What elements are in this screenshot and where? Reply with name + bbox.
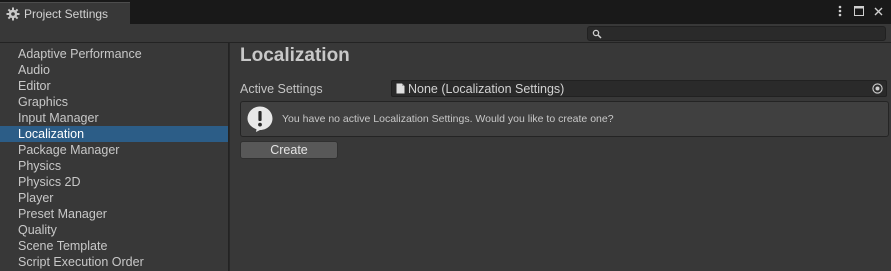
search-input[interactable] [587,26,886,41]
document-icon [396,83,405,94]
sidebar-item-player[interactable]: Player [0,190,228,206]
sidebar-item-input-manager[interactable]: Input Manager [0,110,228,126]
sidebar-item-package-manager[interactable]: Package Manager [0,142,228,158]
project-settings-tab[interactable]: Project Settings [0,2,130,24]
sidebar-item-physics[interactable]: Physics [0,158,228,174]
sidebar-item-scene-template[interactable]: Scene Template [0,238,228,254]
page-title: Localization [240,45,350,66]
sidebar-item-editor[interactable]: Editor [0,78,228,94]
close-icon[interactable] [873,5,883,17]
search-toolbar [0,24,891,43]
sidebar-item-preset-manager[interactable]: Preset Manager [0,206,228,222]
tab-title: Project Settings [24,6,109,21]
window-controls [835,5,883,17]
window-titlebar: Project Settings [0,0,891,24]
maximize-icon[interactable] [854,5,864,17]
settings-sidebar: Adaptive Performance Audio Editor Graphi… [0,43,229,271]
create-button[interactable]: Create [240,141,338,159]
active-settings-field[interactable]: None (Localization Settings) [391,80,887,97]
sidebar-item-quality[interactable]: Quality [0,222,228,238]
object-picker-icon[interactable] [872,83,883,94]
active-settings-value: None (Localization Settings) [408,81,565,96]
more-options-icon[interactable] [835,5,845,17]
sidebar-item-audio[interactable]: Audio [0,62,228,78]
search-icon [592,28,602,39]
active-settings-label: Active Settings [240,82,323,96]
help-message: You have no active Localization Settings… [282,113,614,125]
sidebar-item-localization[interactable]: Localization [0,126,228,142]
settings-content: Localization Active Settings None (Local… [230,43,891,271]
warning-helpbox: You have no active Localization Settings… [240,101,889,137]
sidebar-item-physics-2d[interactable]: Physics 2D [0,174,228,190]
gear-icon [6,7,20,21]
sidebar-item-graphics[interactable]: Graphics [0,94,228,110]
warning-icon [246,105,274,133]
sidebar-item-adaptive-performance[interactable]: Adaptive Performance [0,46,228,62]
sidebar-item-script-execution-order[interactable]: Script Execution Order [0,254,228,270]
